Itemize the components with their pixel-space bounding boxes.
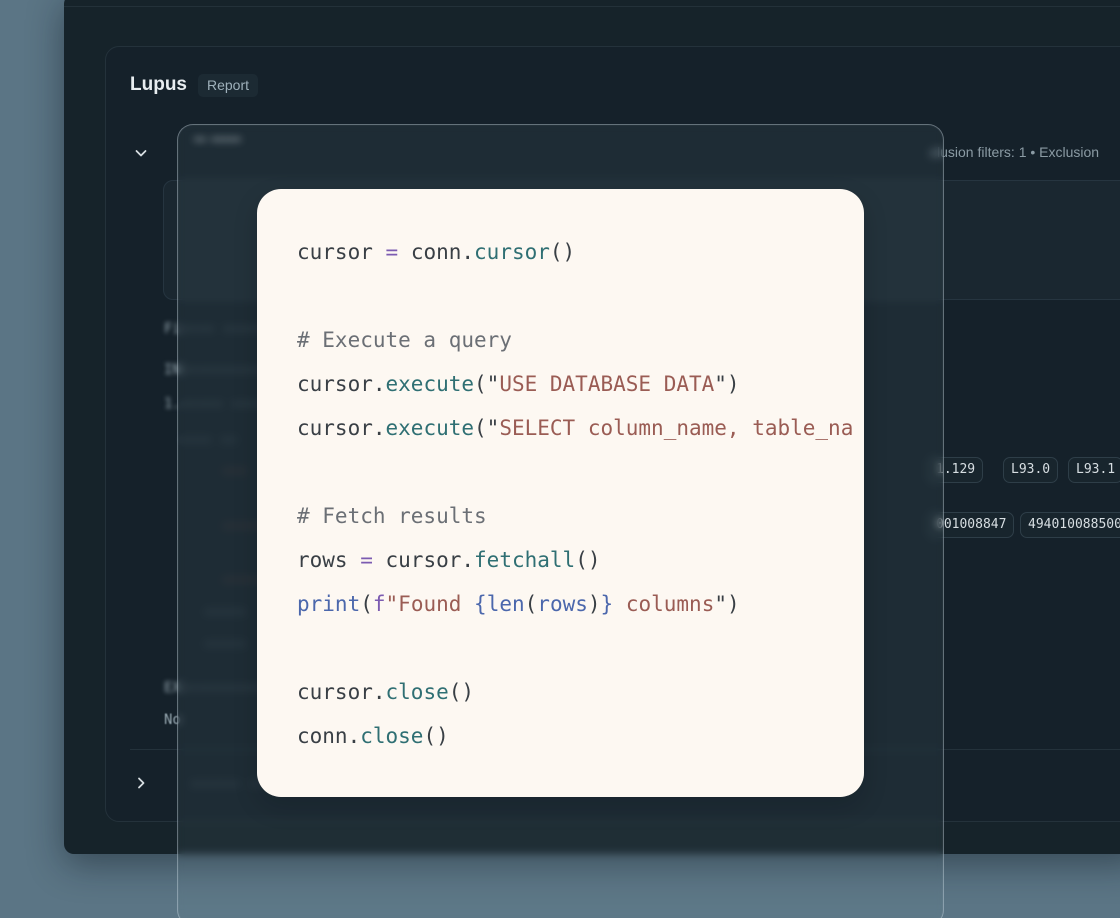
code-line: rows = cursor.fetchall() xyxy=(297,538,857,582)
code-token: () xyxy=(448,680,475,704)
code-token: ( xyxy=(524,592,538,616)
code-token: SELECT column_name, table_na xyxy=(499,416,854,440)
code-token: "Found xyxy=(385,592,475,616)
code-token: # Execute a query xyxy=(297,328,512,352)
code-token: fetchall xyxy=(474,548,576,572)
code-chip: 494010088500 xyxy=(1020,512,1120,538)
code-token: cursor. xyxy=(297,680,386,704)
filter-summary: clusion filters: 1 • Exclusion xyxy=(930,144,1100,160)
code-line: print(f"Found {len(rows)} columns") xyxy=(297,582,857,626)
code-token: ( xyxy=(360,592,373,616)
code-token: () xyxy=(423,724,449,748)
code-token: columns xyxy=(613,592,715,616)
code-token: () xyxy=(549,240,576,264)
code-token: close xyxy=(385,680,449,704)
code-token: (" xyxy=(474,416,500,440)
code-line: cursor.execute("USE DATABASE DATA") xyxy=(297,362,857,406)
code-token: rows xyxy=(537,592,588,616)
code-token: cursor. xyxy=(297,416,386,440)
code-line: # Execute a query xyxy=(297,318,857,362)
code-token: cursor. xyxy=(297,372,386,396)
code-token: (" xyxy=(474,372,500,396)
code-card: cursor = conn.cursor() # Execute a query… xyxy=(257,189,864,797)
code-token: cursor xyxy=(297,240,386,264)
code-token: USE DATABASE DATA xyxy=(499,372,715,396)
code-block: cursor = conn.cursor() # Execute a query… xyxy=(297,230,857,758)
code-token: close xyxy=(360,724,424,748)
code-line: cursor.execute("SELECT column_name, tabl… xyxy=(297,406,857,450)
code-token: print xyxy=(297,592,361,616)
code-token: ") xyxy=(714,372,740,396)
code-line: # Fetch results xyxy=(297,494,857,538)
code-line: conn.close() xyxy=(297,714,857,758)
window-divider xyxy=(64,6,1120,7)
code-line: cursor = conn.cursor() xyxy=(297,230,857,274)
code-token: f xyxy=(372,592,386,616)
code-line: cursor.close() xyxy=(297,670,857,714)
code-token: conn. xyxy=(398,240,475,264)
report-badge: Report xyxy=(198,74,259,97)
code-token: cursor. xyxy=(372,548,475,572)
chevron-right-icon[interactable] xyxy=(135,777,147,789)
code-token: # Fetch results xyxy=(297,504,487,528)
code-token: { xyxy=(474,592,487,616)
code-chip: L93.0 xyxy=(1003,457,1059,483)
chevron-down-icon[interactable] xyxy=(135,147,147,159)
code-token: len xyxy=(486,592,525,616)
code-token: ) xyxy=(587,592,601,616)
code-token: cursor xyxy=(474,240,550,264)
code-chip: L93.1 xyxy=(1068,457,1120,483)
code-token: = xyxy=(385,240,399,264)
code-token: ") xyxy=(714,592,740,616)
code-token: execute xyxy=(385,416,475,440)
code-token: () xyxy=(575,548,601,572)
glass-title: -- ----- xyxy=(194,128,241,148)
code-token: conn. xyxy=(297,724,361,748)
code-token: } xyxy=(600,592,614,616)
report-title: Lupus xyxy=(130,74,187,95)
code-token: rows xyxy=(297,548,361,572)
code-token: = xyxy=(360,548,373,572)
code-token: execute xyxy=(385,372,475,396)
